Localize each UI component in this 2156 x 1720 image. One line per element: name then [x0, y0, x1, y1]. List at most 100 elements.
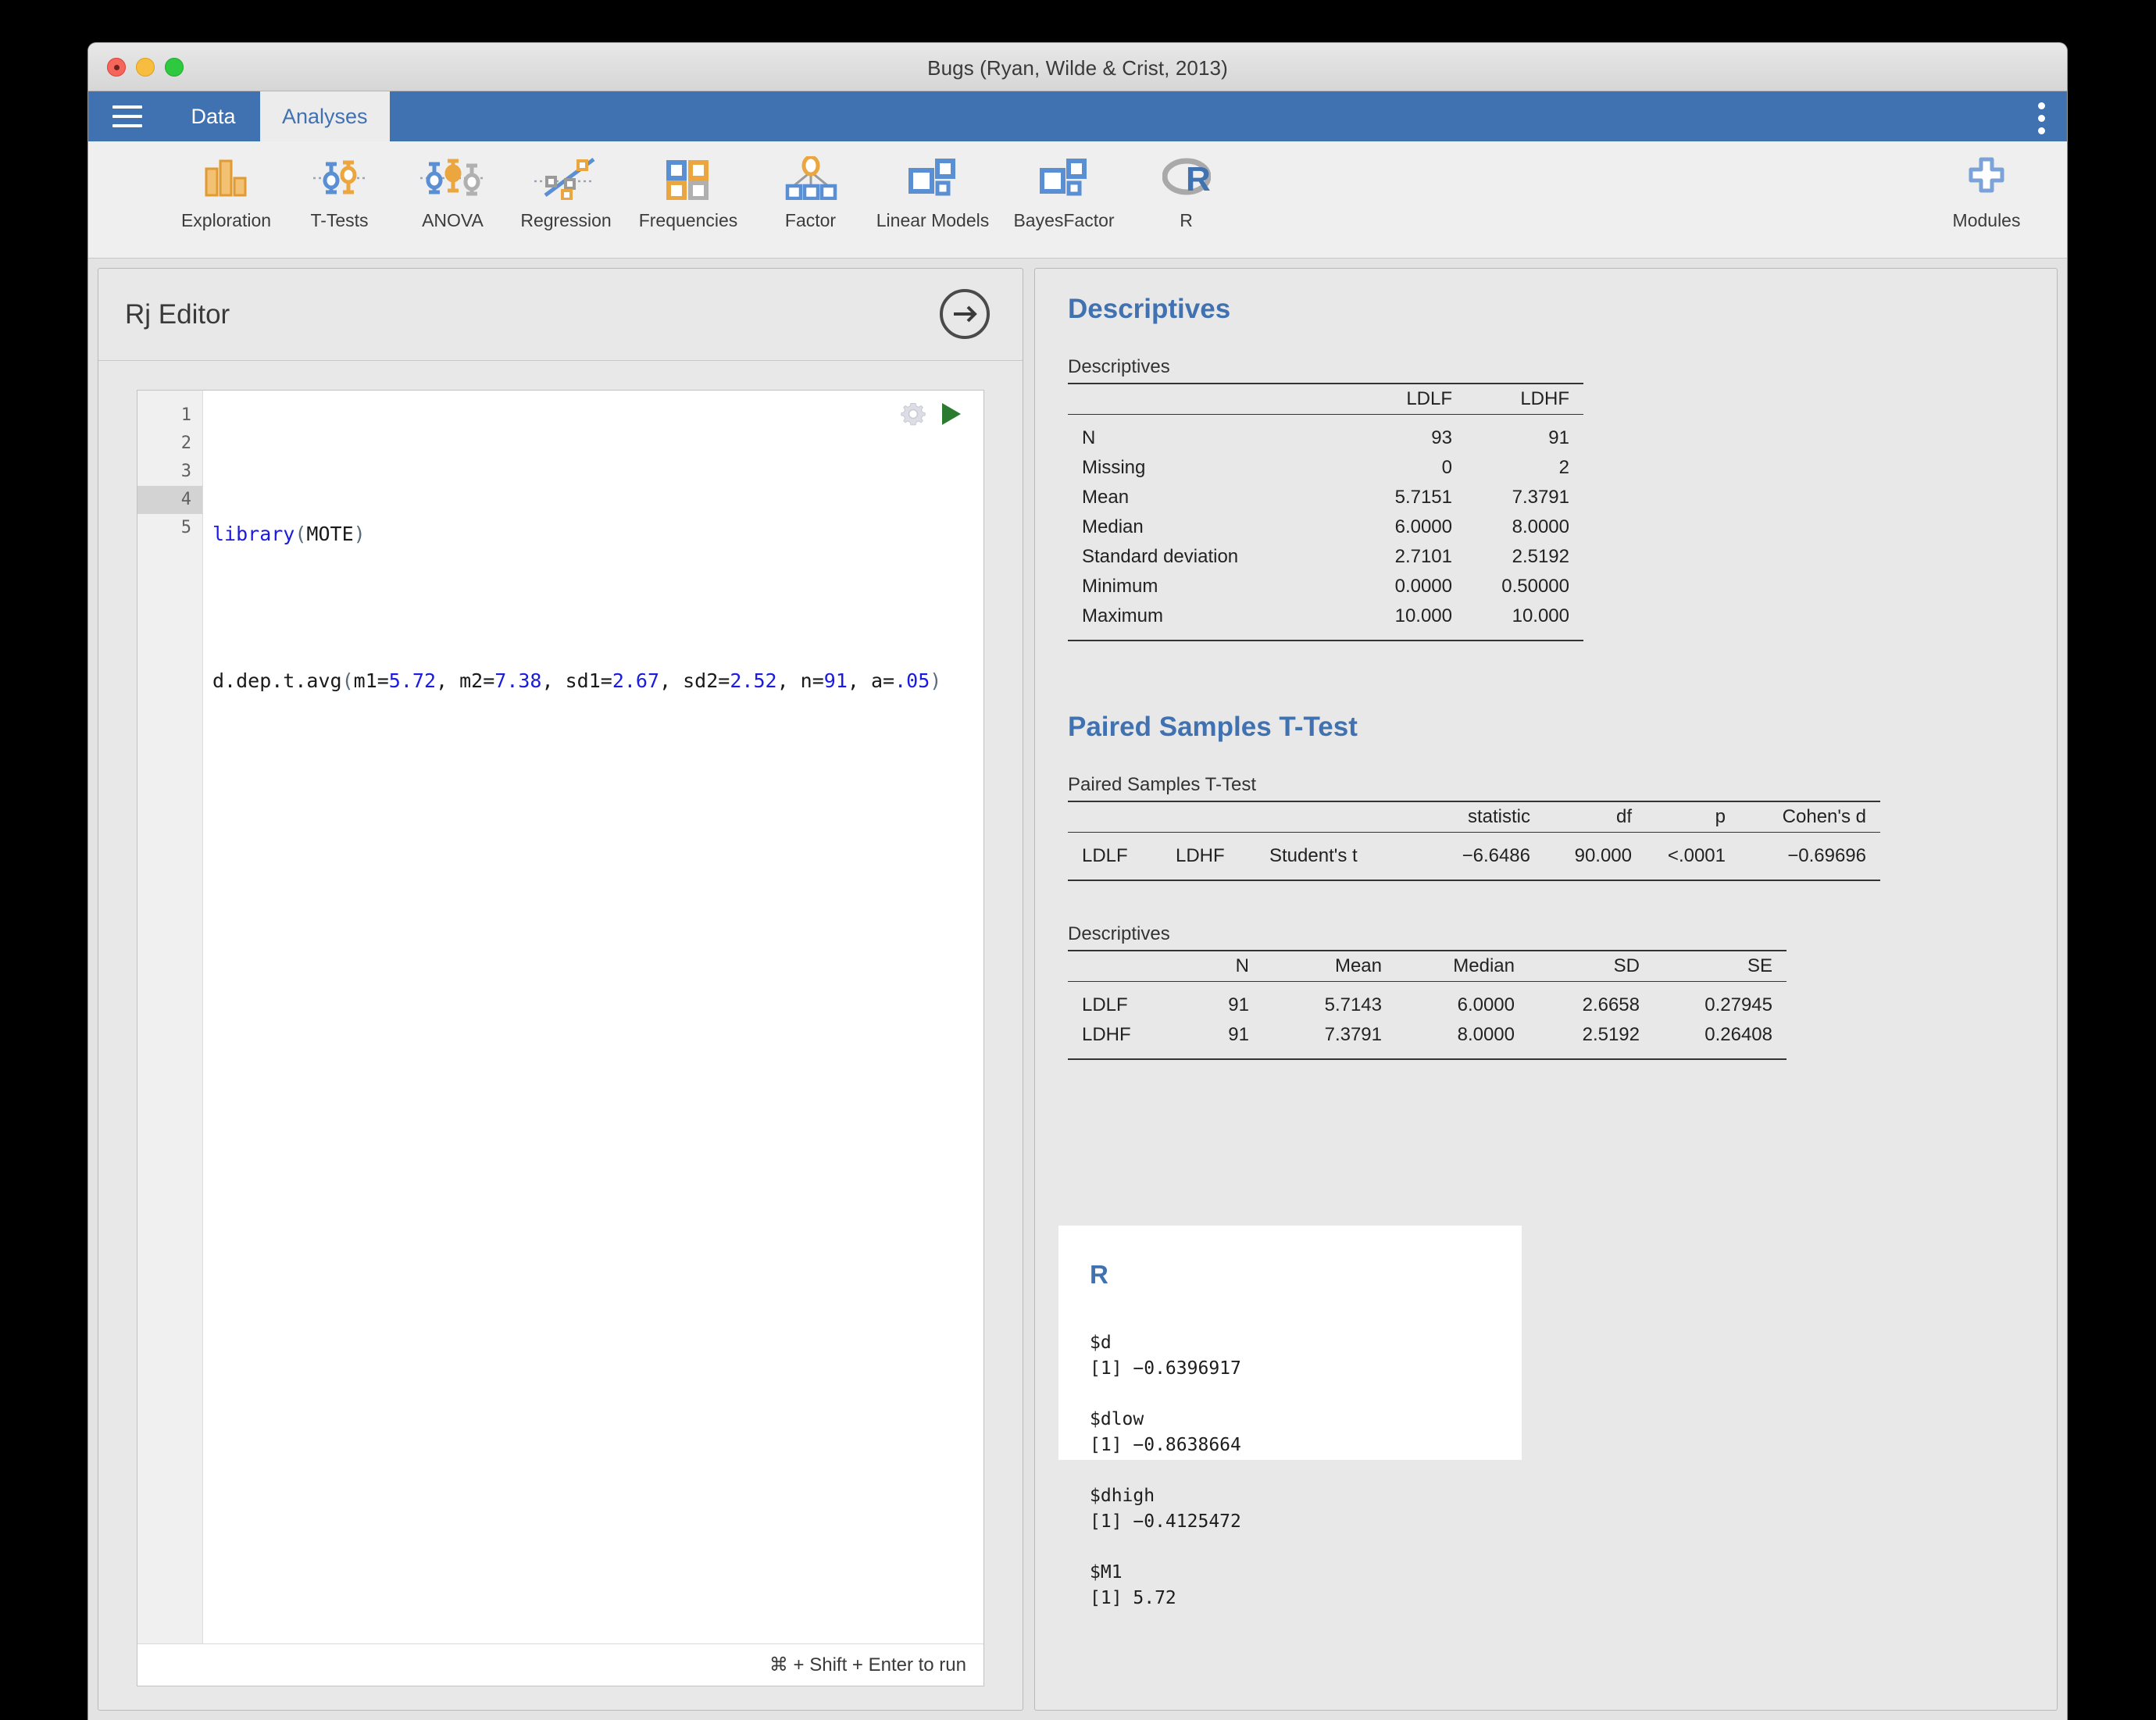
- ribbon-item-modules[interactable]: Modules: [1928, 141, 2045, 231]
- t-test-icon: [283, 154, 396, 202]
- more-options-icon[interactable]: [2038, 102, 2045, 134]
- ribbon-label: ANOVA: [422, 210, 484, 230]
- descriptives-table: LDLF LDHF N 93 91 Missing 0 2 Mean 5.715…: [1068, 383, 1583, 641]
- cell-ldhf: 91: [1548, 427, 1569, 448]
- cell-var1: LDLF: [1082, 845, 1128, 866]
- cell-label: LDHF: [1082, 1024, 1131, 1045]
- code-line-2: library(MOTE): [212, 523, 366, 545]
- ribbon-label: Modules: [1952, 210, 2021, 230]
- code-text-area[interactable]: library(MOTE) d.dep.t.avg(m1=5.72, m2=7.…: [203, 391, 983, 1643]
- cell-sd: 2.5192: [1582, 1024, 1640, 1045]
- jamovi-window: Bugs (Ryan, Wilde & Crist, 2013) Data An…: [88, 43, 2067, 1720]
- cell-se: 0.26408: [1704, 1024, 1772, 1045]
- r-logo-icon: R: [1130, 154, 1243, 202]
- cell-ldlf: 5.7151: [1394, 487, 1452, 508]
- hamburger-menu-icon[interactable]: [88, 91, 166, 141]
- cell-ldlf: 0: [1441, 457, 1452, 478]
- cell-ldhf: 0.50000: [1501, 576, 1569, 597]
- col-header-cohens-d: Cohen's d: [1782, 806, 1866, 827]
- line-number: 2: [180, 434, 191, 453]
- ribbon-label: BayesFactor: [1013, 210, 1115, 230]
- cell-test: Student's t: [1269, 845, 1358, 866]
- results-heading-descriptives[interactable]: Descriptives: [1068, 294, 2026, 325]
- col-header-blank: [1068, 384, 1349, 415]
- tab-data[interactable]: Data: [166, 91, 260, 141]
- ribbon-item-linear-models[interactable]: Linear Models: [867, 141, 998, 231]
- table-row: LDHF 91 7.3791 8.0000 2.5192 0.26408: [1068, 1020, 1787, 1059]
- code-line-4: d.dep.t.avg(m1=5.72, m2=7.38, sd1=2.67, …: [212, 669, 942, 692]
- gear-icon[interactable]: [899, 400, 927, 432]
- ribbon-item-t-tests[interactable]: T-Tests: [283, 141, 396, 231]
- cell-label: Maximum: [1082, 605, 1164, 626]
- results-heading-ttest[interactable]: Paired Samples T-Test: [1068, 712, 2026, 743]
- cell-ldhf: 2: [1558, 457, 1569, 478]
- ribbon-item-regression[interactable]: Regression: [509, 141, 623, 231]
- line-number: 5: [180, 518, 191, 537]
- table-row: N 93 91: [1068, 415, 1583, 454]
- tab-analyses[interactable]: Analyses: [260, 91, 390, 141]
- col-header-test: [1255, 801, 1412, 833]
- ribbon-item-exploration[interactable]: Exploration: [170, 141, 283, 231]
- code-editor-body[interactable]: 1 2 3 4 5 library(MOTE) d.dep.t.avg(m1=5…: [137, 391, 983, 1643]
- ribbon-item-frequencies[interactable]: Frequencies: [623, 141, 754, 231]
- ribbon-item-bayesfactor[interactable]: BayesFactor: [998, 141, 1130, 231]
- cell-ldhf: 8.0000: [1512, 516, 1569, 537]
- cell-label: N: [1082, 427, 1096, 448]
- ribbon-label: R: [1180, 210, 1193, 230]
- cell-mean: 7.3791: [1324, 1024, 1382, 1045]
- cell-statistic: −6.6486: [1462, 845, 1530, 866]
- ribbon-label: Factor: [784, 210, 837, 230]
- cell-df: 90.000: [1574, 845, 1632, 866]
- table-header-row: LDLF LDHF: [1068, 384, 1583, 415]
- svg-text:R: R: [1186, 160, 1211, 198]
- table-caption-descriptives: Descriptives: [1068, 356, 1170, 377]
- run-play-icon[interactable]: [940, 401, 963, 431]
- ribbon-label: T-Tests: [310, 210, 369, 230]
- cell-n: 91: [1228, 1024, 1249, 1045]
- col-header-mean: Mean: [1334, 955, 1382, 976]
- code-editor[interactable]: 1 2 3 4 5 library(MOTE) d.dep.t.avg(m1=5…: [137, 390, 984, 1686]
- ribbon-item-r[interactable]: R R: [1130, 141, 1243, 231]
- cell-ldlf: 6.0000: [1394, 516, 1452, 537]
- results-heading-r[interactable]: R: [1090, 1260, 1490, 1290]
- ribbon-item-factor[interactable]: Factor: [754, 141, 867, 231]
- bayes-factor-icon: [998, 154, 1130, 202]
- col-header-n: N: [1235, 955, 1249, 976]
- col-header-se: SE: [1747, 955, 1772, 976]
- line-number-active: 4: [137, 486, 202, 514]
- hide-options-arrow-button[interactable]: [938, 287, 991, 341]
- cell-mean: 5.7143: [1324, 994, 1382, 1015]
- cell-label: Median: [1082, 516, 1144, 537]
- col-header-median: Median: [1453, 955, 1515, 976]
- table-row: Missing 0 2: [1068, 453, 1583, 483]
- cell-ldlf: 0.0000: [1394, 576, 1452, 597]
- cell-median: 6.0000: [1457, 994, 1515, 1015]
- rj-editor-header: Rj Editor: [98, 269, 1023, 361]
- col-header-df: df: [1615, 806, 1632, 827]
- cell-sd: 2.6658: [1582, 994, 1640, 1015]
- plus-icon: [1928, 154, 2045, 202]
- table-header-row: N Mean Median SD SE: [1068, 951, 1787, 982]
- line-number: 1: [180, 405, 191, 425]
- col-header-blank: [1068, 951, 1162, 982]
- cell-var2: LDHF: [1176, 845, 1225, 866]
- table-row: Mean 5.7151 7.3791: [1068, 483, 1583, 512]
- factor-icon: [754, 154, 867, 202]
- ribbon-item-anova[interactable]: ANOVA: [396, 141, 509, 231]
- paired-samples-ttest-table: statistic df p Cohen's d LDLF LDHF Stude…: [1068, 801, 1880, 881]
- analyses-ribbon: Exploration T-Tests ANOVA Regression Fre…: [88, 141, 2067, 259]
- table-header-row: statistic df p Cohen's d: [1068, 801, 1880, 833]
- cell-label: Missing: [1082, 457, 1146, 478]
- page-title: Rj Editor: [125, 298, 230, 330]
- results-panel: Descriptives Descriptives LDLF LDHF N 93: [1034, 268, 2058, 1711]
- cell-ldhf: 7.3791: [1512, 487, 1569, 508]
- main-tabbar: Data Analyses: [88, 91, 2067, 141]
- editor-action-icons: [899, 400, 963, 432]
- col-header-statistic: statistic: [1467, 806, 1530, 827]
- cell-ldlf: 10.000: [1394, 605, 1452, 626]
- cell-ldlf: 93: [1431, 427, 1452, 448]
